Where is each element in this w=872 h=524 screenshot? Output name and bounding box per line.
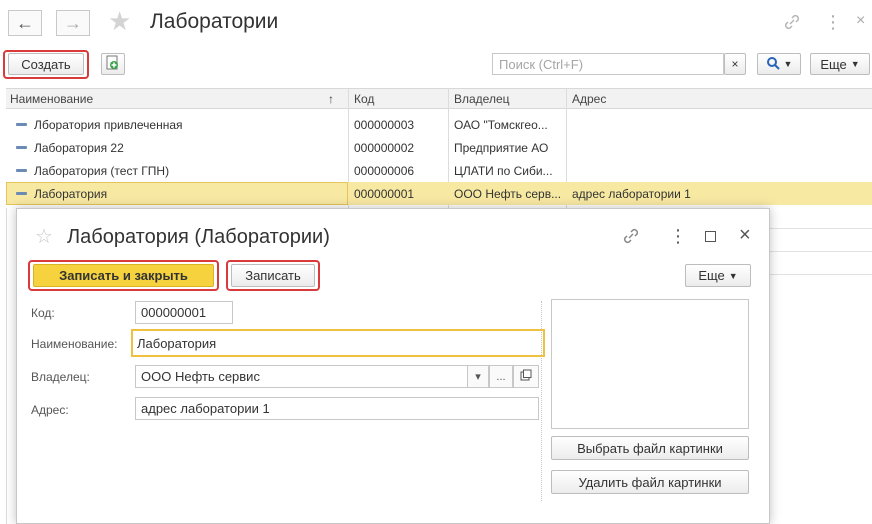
row-name: Лаборатория (тест ГПН) bbox=[34, 164, 170, 178]
chevron-down-icon: ▼ bbox=[783, 59, 793, 69]
chevron-down-icon: ▼ bbox=[850, 59, 860, 69]
catalog-item-icon bbox=[16, 192, 27, 195]
row-name: Лаборатория 22 bbox=[34, 141, 124, 155]
address-label: Адрес: bbox=[31, 403, 69, 417]
more-vertical-icon[interactable]: ⋮ bbox=[669, 226, 687, 247]
owner-select-button[interactable]: ... bbox=[489, 365, 513, 388]
link-icon[interactable] bbox=[782, 12, 802, 35]
column-header-owner[interactable]: Владелец bbox=[454, 92, 510, 106]
create-button[interactable]: Создать bbox=[8, 53, 84, 75]
more-button-label: Еще bbox=[820, 56, 847, 72]
item-form-dialog: ☆ Лаборатория (Лаборатории) ⋮ × Записать… bbox=[16, 208, 770, 524]
table-row[interactable]: Лаборатория (тест ГПН) 000000006 ЦЛАТИ п… bbox=[6, 159, 872, 182]
column-header-address[interactable]: Адрес bbox=[572, 92, 606, 106]
dialog-title: Лаборатория (Лаборатории) bbox=[67, 226, 330, 248]
row-code: 000000006 bbox=[354, 164, 415, 178]
dialog-more-button[interactable]: Еще ▼ bbox=[685, 264, 751, 287]
back-button[interactable]: ← bbox=[8, 10, 42, 36]
search-input[interactable]: Поиск (Ctrl+F) bbox=[492, 53, 724, 75]
table-row-selected[interactable]: Лаборатория 000000001 ООО Нефть серв... … bbox=[6, 182, 872, 205]
star-icon[interactable]: ☆ bbox=[35, 224, 53, 249]
picture-area[interactable] bbox=[551, 299, 749, 429]
dialog-more-label: Еще bbox=[698, 268, 725, 283]
save-button[interactable]: Записать bbox=[231, 264, 315, 287]
open-form-icon bbox=[520, 369, 532, 384]
address-field[interactable]: адрес лаборатории 1 bbox=[135, 397, 539, 420]
row-owner: Предприятие АО bbox=[454, 141, 549, 155]
table-row[interactable]: Лборатория привлеченная 000000003 ОАО "Т… bbox=[6, 113, 872, 136]
arrow-right-icon: → bbox=[64, 12, 82, 33]
forward-button[interactable]: → bbox=[56, 10, 90, 36]
row-code: 000000001 bbox=[354, 187, 415, 201]
sort-ascending-icon: ↑ bbox=[328, 92, 334, 106]
search-icon bbox=[766, 56, 780, 73]
catalog-item-icon bbox=[16, 123, 27, 126]
star-icon[interactable]: ★ bbox=[108, 8, 131, 34]
close-icon[interactable]: × bbox=[739, 224, 751, 247]
row-code: 000000003 bbox=[354, 118, 415, 132]
row-owner: ЦЛАТИ по Сиби... bbox=[454, 164, 553, 178]
clear-search-button[interactable]: × bbox=[724, 53, 746, 75]
copy-document-icon bbox=[106, 55, 120, 74]
copy-button[interactable] bbox=[101, 53, 125, 75]
code-field[interactable]: 000000001 bbox=[135, 301, 233, 324]
panel-divider bbox=[541, 301, 542, 501]
name-label: Наименование: bbox=[31, 337, 118, 351]
more-button[interactable]: Еще ▼ bbox=[810, 53, 870, 75]
row-name: Лборатория привлеченная bbox=[34, 118, 183, 132]
more-vertical-icon[interactable]: ⋮ bbox=[824, 13, 842, 31]
chevron-down-icon: ▼ bbox=[728, 270, 738, 281]
column-header-code[interactable]: Код bbox=[354, 92, 374, 106]
page-title: Лаборатории bbox=[150, 10, 279, 33]
catalog-item-icon bbox=[16, 169, 27, 172]
column-header-name[interactable]: Наименование bbox=[10, 92, 93, 106]
grid-line bbox=[770, 228, 872, 229]
row-owner: ООО Нефть серв... bbox=[454, 187, 562, 201]
search-button[interactable]: ▼ bbox=[757, 53, 801, 75]
owner-open-button[interactable] bbox=[513, 365, 539, 388]
row-code: 000000002 bbox=[354, 141, 415, 155]
link-icon[interactable] bbox=[621, 226, 641, 249]
save-and-close-button[interactable]: Записать и закрыть bbox=[33, 264, 214, 287]
code-label: Код: bbox=[31, 306, 55, 320]
catalog-item-icon bbox=[16, 146, 27, 149]
table-row[interactable]: Лаборатория 22 000000002 Предприятие АО bbox=[6, 136, 872, 159]
close-icon[interactable]: × bbox=[856, 13, 865, 29]
owner-dropdown-button[interactable]: ▾ bbox=[467, 365, 489, 388]
row-address: адрес лаборатории 1 bbox=[572, 187, 691, 201]
delete-picture-button[interactable]: Удалить файл картинки bbox=[551, 470, 749, 494]
row-name: Лаборатория bbox=[34, 187, 108, 201]
arrow-left-icon: ← bbox=[16, 12, 34, 33]
choose-picture-button[interactable]: Выбрать файл картинки bbox=[551, 436, 749, 460]
table-header: Наименование ↑ Код Владелец Адрес bbox=[6, 88, 872, 109]
grid-line bbox=[770, 251, 872, 252]
owner-field[interactable]: ООО Нефть сервис bbox=[135, 365, 471, 388]
list-border bbox=[6, 208, 7, 524]
maximize-icon[interactable] bbox=[705, 231, 716, 242]
owner-label: Владелец: bbox=[31, 370, 90, 384]
row-owner: ОАО "Томскгео... bbox=[454, 118, 548, 132]
grid-line bbox=[770, 274, 872, 275]
name-field[interactable]: Лаборатория bbox=[131, 329, 545, 357]
